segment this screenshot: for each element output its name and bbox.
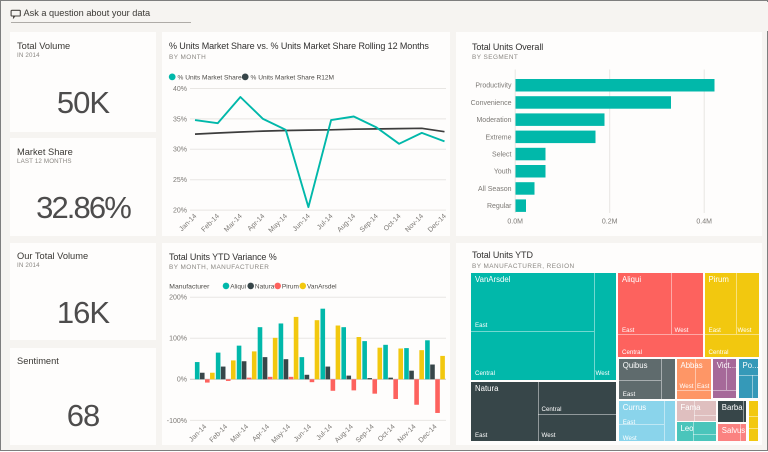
svg-text:Dec-14: Dec-14 bbox=[418, 423, 439, 444]
svg-text:Regular: Regular bbox=[487, 203, 512, 210]
svg-text:Jul-14: Jul-14 bbox=[315, 423, 334, 442]
svg-text:Feb-14: Feb-14 bbox=[200, 213, 221, 234]
svg-text:May-14: May-14 bbox=[271, 423, 293, 445]
svg-text:Mar-14: Mar-14 bbox=[230, 423, 251, 444]
svg-text:Apr-14: Apr-14 bbox=[247, 213, 267, 233]
svg-text:Jun-14: Jun-14 bbox=[292, 213, 312, 233]
svg-text:20%: 20% bbox=[173, 208, 187, 215]
svg-text:Aug-14: Aug-14 bbox=[334, 423, 355, 444]
svg-text:Youth: Youth bbox=[494, 169, 512, 176]
svg-text:0%: 0% bbox=[177, 377, 187, 384]
svg-text:Nov-14: Nov-14 bbox=[397, 423, 418, 444]
svg-text:Aliqui: Aliqui bbox=[230, 283, 246, 290]
svg-text:200%: 200% bbox=[169, 295, 187, 302]
svg-text:Jun-14: Jun-14 bbox=[293, 423, 313, 443]
svg-text:Dec-14: Dec-14 bbox=[427, 213, 448, 234]
svg-text:Select: Select bbox=[492, 152, 512, 159]
svg-text:Apr-14: Apr-14 bbox=[251, 423, 271, 443]
svg-text:Mar-14: Mar-14 bbox=[223, 213, 244, 234]
svg-text:Sep-14: Sep-14 bbox=[355, 423, 376, 444]
svg-text:Manufacturer: Manufacturer bbox=[169, 283, 210, 290]
svg-text:Pirum: Pirum bbox=[282, 283, 299, 290]
svg-text:% Units Market Share R12M: % Units Market Share R12M bbox=[251, 74, 335, 81]
svg-text:40%: 40% bbox=[173, 86, 187, 93]
svg-text:0.2M: 0.2M bbox=[602, 219, 618, 226]
svg-text:Oct-14: Oct-14 bbox=[383, 213, 403, 233]
svg-text:Feb-14: Feb-14 bbox=[209, 423, 230, 444]
svg-text:May-14: May-14 bbox=[268, 213, 290, 235]
svg-text:Moderation: Moderation bbox=[476, 117, 511, 124]
svg-text:Nov-14: Nov-14 bbox=[404, 213, 425, 234]
svg-text:Natura: Natura bbox=[255, 283, 275, 290]
svg-text:VanArsdel: VanArsdel bbox=[307, 283, 337, 290]
svg-text:35%: 35% bbox=[173, 116, 187, 123]
svg-text:0.0M: 0.0M bbox=[507, 219, 523, 226]
svg-text:100%: 100% bbox=[169, 336, 187, 343]
svg-text:Sep-14: Sep-14 bbox=[359, 213, 380, 234]
svg-text:Aug-14: Aug-14 bbox=[336, 213, 357, 234]
svg-text:-100%: -100% bbox=[167, 418, 187, 425]
svg-text:30%: 30% bbox=[173, 147, 187, 154]
svg-text:25%: 25% bbox=[173, 177, 187, 184]
svg-text:Jul-14: Jul-14 bbox=[316, 213, 335, 232]
svg-text:% Units Market Share: % Units Market Share bbox=[178, 74, 242, 81]
svg-text:Jan-14: Jan-14 bbox=[188, 423, 208, 443]
svg-text:Productivity: Productivity bbox=[475, 83, 512, 90]
svg-text:0.4M: 0.4M bbox=[696, 219, 712, 226]
svg-text:Extreme: Extreme bbox=[485, 134, 511, 141]
svg-text:Oct-14: Oct-14 bbox=[377, 423, 397, 443]
svg-text:Jan-14: Jan-14 bbox=[178, 213, 198, 233]
svg-text:All Season: All Season bbox=[478, 186, 512, 193]
svg-text:Convenience: Convenience bbox=[471, 100, 512, 107]
